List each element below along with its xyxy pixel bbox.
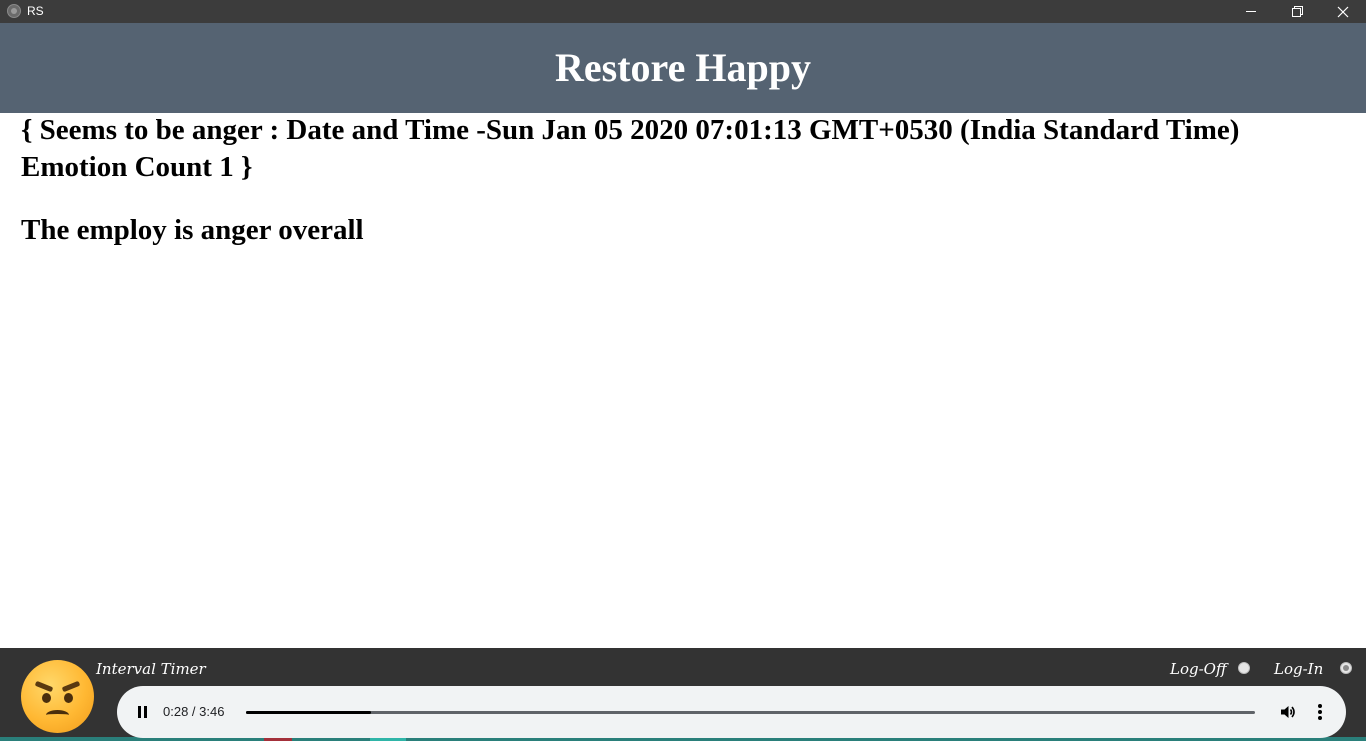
volume-button[interactable] <box>1279 703 1297 721</box>
minimize-icon <box>1246 11 1256 12</box>
restore-icon <box>1291 6 1303 17</box>
logoff-radio[interactable] <box>1238 662 1250 674</box>
app-logo-icon <box>7 4 21 18</box>
logoff-label: Log-Off <box>1170 660 1227 678</box>
time-display: 0:28 / 3:46 <box>163 704 225 719</box>
more-options-button[interactable] <box>1314 703 1326 721</box>
more-vert-icon <box>1318 704 1322 708</box>
minimize-button[interactable] <box>1228 0 1274 23</box>
interval-timer-label: Interval Timer <box>96 660 206 678</box>
emotion-status-text: { Seems to be anger : Date and Time -Sun… <box>21 114 1240 183</box>
seek-bar[interactable] <box>246 711 1255 714</box>
emotion-summary-text: The employ is anger overall <box>21 214 364 246</box>
pause-button[interactable] <box>135 704 151 720</box>
close-icon <box>1337 6 1349 17</box>
restore-button[interactable] <box>1274 0 1320 23</box>
close-button[interactable] <box>1320 0 1366 23</box>
angry-face-icon <box>21 660 94 733</box>
login-radio[interactable] <box>1340 662 1352 674</box>
seek-bar-progress <box>246 711 372 714</box>
window-title-bar: RS <box>0 0 1366 23</box>
window-title: RS <box>27 4 44 18</box>
login-label: Log-In <box>1274 660 1324 678</box>
pause-icon <box>138 706 141 718</box>
app-header: Restore Happy <box>0 23 1366 113</box>
page-title: Restore Happy <box>555 45 811 90</box>
audio-player: 0:28 / 3:46 <box>117 686 1346 738</box>
volume-icon <box>1281 706 1295 718</box>
